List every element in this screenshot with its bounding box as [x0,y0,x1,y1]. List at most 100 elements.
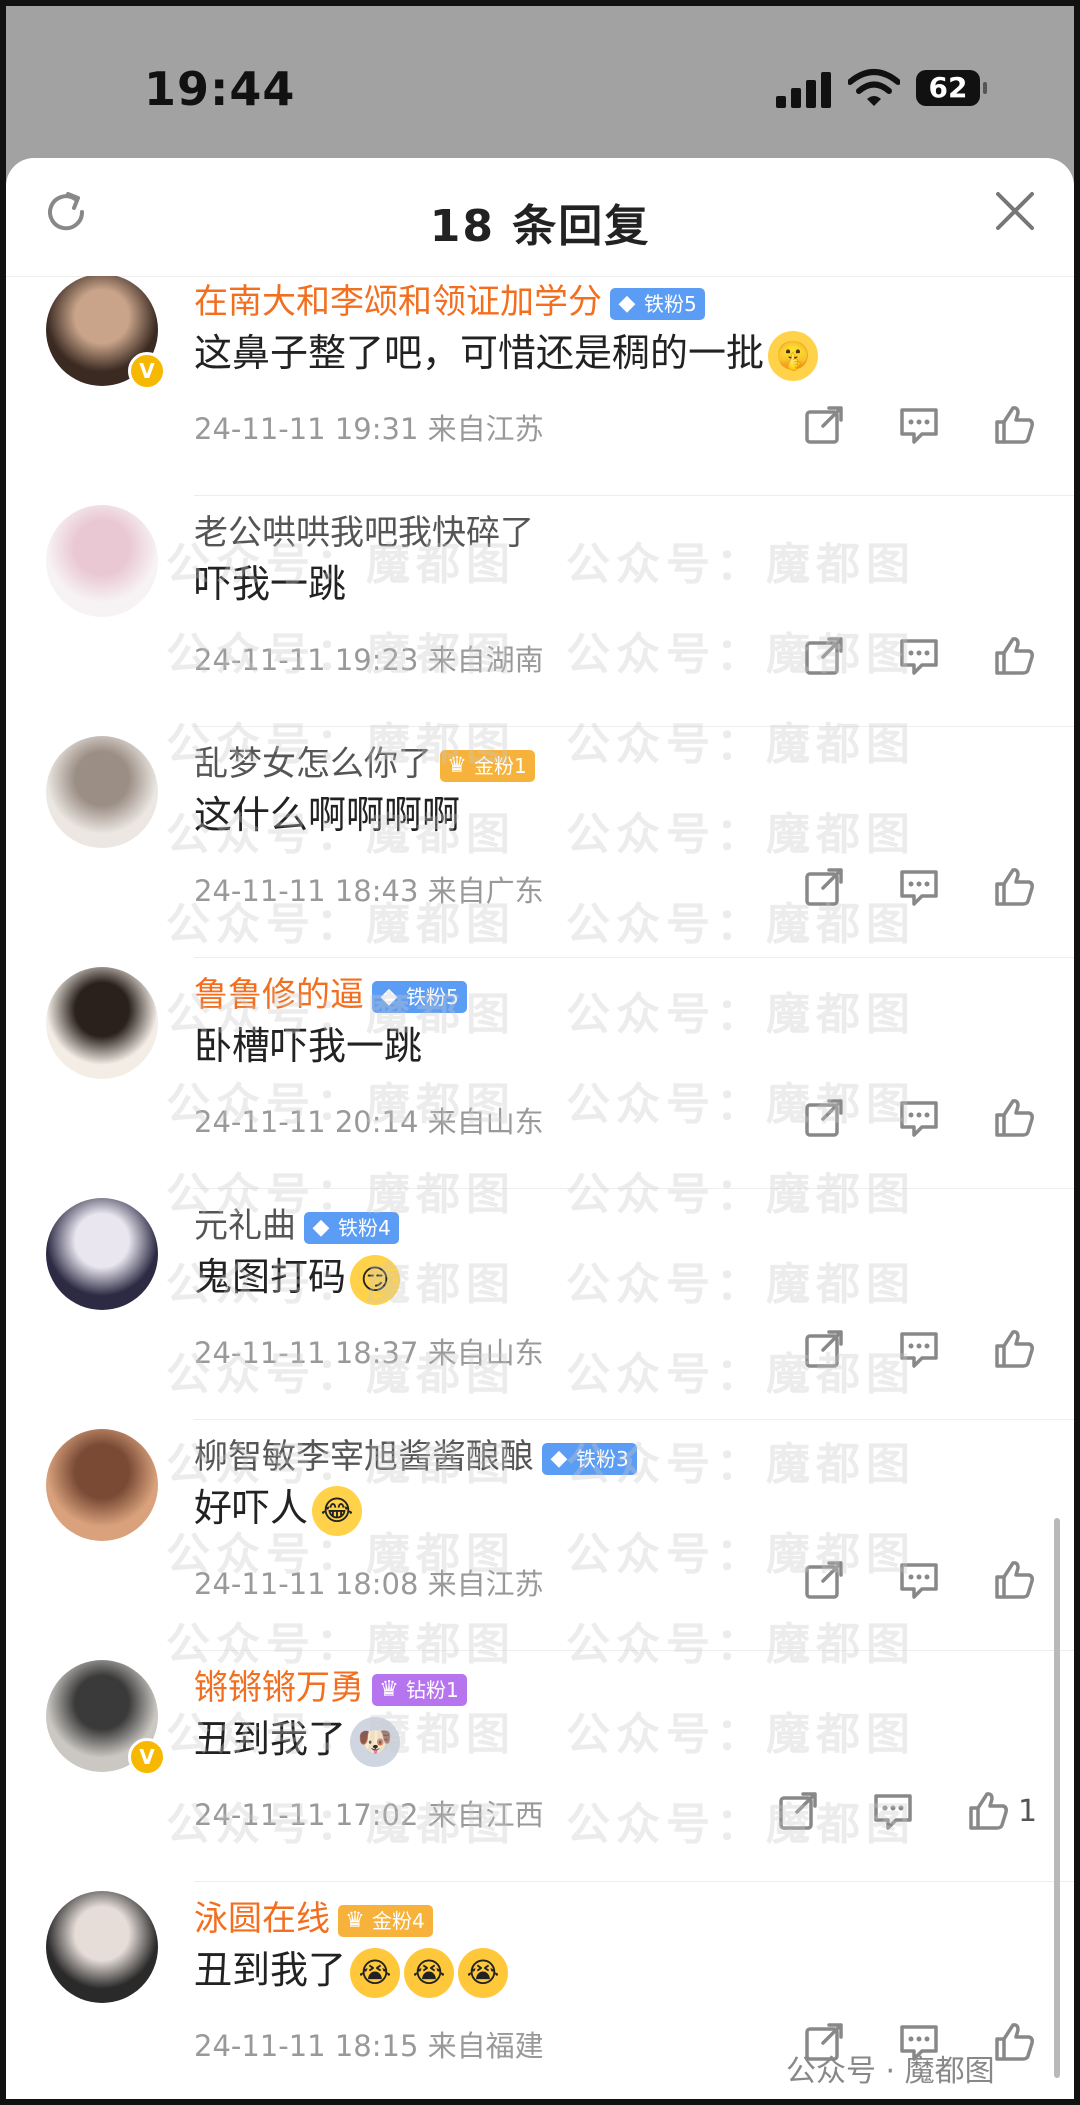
reply-text-content: 鬼图打码 [194,1255,347,1299]
reply-text: 好吓人 😂 [194,1483,363,1536]
share-icon[interactable] [801,1095,847,1141]
reply-text: 丑到我了 😭 😭 😭 [194,1945,509,1998]
fan-badge-icon: ♛ [447,752,467,778]
scrollbar[interactable] [1054,1518,1060,2078]
status-time: 19:44 [144,62,296,116]
reply-item[interactable]: 元礼曲 ◆ 铁粉4 鬼图打码 😏 24-11-11 18:37 来自山东 [6,1188,1074,1421]
username-text[interactable]: 鲁鲁修的逼 [194,975,364,1015]
phone-frame: 19:44 62 18 条回复 V 在南大和李颂和领证加学分 ◆ 铁粉5 这鼻子整了吧，… [0,0,1080,2105]
divider [194,495,1074,496]
fan-badge-icon: ◆ [380,983,398,1009]
like-icon[interactable] [991,402,1037,448]
battery-indicator: 62 [916,70,987,106]
husky-emoji-icon: 🐶 [350,1716,401,1767]
comment-icon[interactable] [896,864,942,910]
username[interactable]: 柳智敏李宰旭酱酱酿酿 ◆ 铁粉3 [194,1429,637,1478]
username-text[interactable]: 元礼曲 [194,1206,296,1246]
smirk-emoji-icon: 😏 [350,1254,401,1305]
share-icon[interactable] [801,1326,847,1372]
reply-text-content: 这什么啊啊啊啊 [194,793,461,837]
fan-badge-label: 铁粉5 [406,984,459,1009]
username-text[interactable]: 老公哄哄我吧我快碎了 [194,513,534,553]
like-count: 1 [1018,1794,1038,1829]
comment-icon[interactable] [896,1326,942,1372]
fan-level-badge: ◆ 铁粉4 [304,1211,399,1244]
username-text[interactable]: 锵锵锵万勇 [194,1668,364,1708]
divider [194,726,1074,727]
fan-badge-label: 金粉4 [372,1908,425,1933]
fan-level-badge: ♛ 钻粉1 [372,1673,467,1706]
share-icon[interactable] [775,1788,821,1834]
avatar[interactable] [46,1198,158,1310]
comment-icon[interactable] [896,1095,942,1141]
share-icon[interactable] [801,864,847,910]
username-text[interactable]: 柳智敏李宰旭酱酱酿酿 [194,1437,534,1477]
like-icon[interactable] [991,1095,1037,1141]
reply-item[interactable]: V 锵锵锵万勇 ♛ 钻粉1 丑到我了 🐶 24-11-11 17:02 来自江西 1 [6,1650,1074,1883]
status-bar: 19:44 62 [6,6,1074,156]
reply-actions [6,864,1074,914]
fan-level-badge: ◆ 铁粉5 [372,980,467,1013]
username-text[interactable]: 在南大和李颂和领证加学分 [194,282,602,322]
avatar[interactable] [46,967,158,1079]
username[interactable]: 老公哄哄我吧我快碎了 [194,505,534,554]
like-icon[interactable] [991,864,1037,910]
like-icon[interactable] [991,1557,1037,1603]
reply-item[interactable]: 鲁鲁修的逼 ◆ 铁粉5 卧槽吓我一跳 24-11-11 20:14 来自山东 [6,957,1074,1190]
reply-item[interactable]: 老公哄哄我吧我快碎了 吓我一跳 24-11-11 19:23 来自湖南 [6,495,1074,728]
wifi-icon [848,69,900,106]
username[interactable]: 锵锵锵万勇 ♛ 钻粉1 [194,1660,467,1709]
sheet-title: 18 条回复 [429,201,651,252]
reply-item[interactable]: V 在南大和李颂和领证加学分 ◆ 铁粉5 这鼻子整了吧，可惜还是稠的一批 🤫 24-11-1… [6,276,1074,497]
like-icon[interactable] [991,2019,1037,2065]
share-icon[interactable] [801,1557,847,1603]
reply-actions [6,1326,1074,1376]
laugh-cry-emoji-icon: 😂 [312,1485,363,1536]
share-icon[interactable] [801,633,847,679]
reply-text: 这鼻子整了吧，可惜还是稠的一批 🤫 [194,328,819,381]
fan-level-badge: ◆ 铁粉3 [542,1442,637,1475]
close-icon[interactable] [992,188,1038,234]
fan-badge-icon: ♛ [379,1676,399,1702]
cry-emoji-icon: 😭 [404,1947,455,1998]
avatar[interactable] [46,1891,158,2003]
fan-badge-icon: ◆ [312,1214,330,1240]
comment-icon[interactable] [896,633,942,679]
like-icon[interactable] [991,1326,1037,1372]
username[interactable]: 元礼曲 ◆ 铁粉4 [194,1198,399,1247]
fan-badge-icon: ◆ [550,1445,568,1471]
username-text[interactable]: 泳圆在线 [194,1899,330,1939]
username[interactable]: 泳圆在线 ♛ 金粉4 [194,1891,433,1940]
username[interactable]: 鲁鲁修的逼 ◆ 铁粉5 [194,967,467,1016]
reply-item[interactable]: 乱梦女怎么你了 ♛ 金粉1 这什么啊啊啊啊 24-11-11 18:43 来自广东 [6,726,1074,959]
fan-level-badge: ◆ 铁粉5 [610,287,705,320]
comment-icon[interactable] [896,1557,942,1603]
username[interactable]: 在南大和李颂和领证加学分 ◆ 铁粉5 [194,276,705,323]
reply-actions [6,1557,1074,1607]
avatar[interactable] [46,505,158,617]
fan-level-badge: ♛ 金粉1 [440,749,535,782]
fan-badge-icon: ♛ [345,1907,365,1933]
username[interactable]: 乱梦女怎么你了 ♛ 金粉1 [194,736,535,785]
like-icon[interactable] [965,1788,1011,1834]
reply-item[interactable]: 柳智敏李宰旭酱酱酿酿 ◆ 铁粉3 好吓人 😂 24-11-11 18:08 来自江苏 [6,1419,1074,1652]
avatar[interactable] [46,736,158,848]
reply-text-content: 吓我一跳 [194,562,347,606]
fan-level-badge: ♛ 金粉4 [338,1904,433,1937]
username-text[interactable]: 乱梦女怎么你了 [194,744,432,784]
like-icon[interactable] [991,633,1037,679]
reply-list[interactable]: V 在南大和李颂和领证加学分 ◆ 铁粉5 这鼻子整了吧，可惜还是稠的一批 🤫 24-11-1… [6,276,1074,2099]
comment-icon[interactable] [896,402,942,448]
avatar[interactable] [46,1429,158,1541]
reply-actions [6,402,1074,452]
cry-emoji-icon: 😭 [458,1947,509,1998]
comment-icon[interactable] [870,1788,916,1834]
verified-badge-icon: V [128,1738,166,1776]
replies-sheet: 18 条回复 V 在南大和李颂和领证加学分 ◆ 铁粉5 这鼻子整了吧，可惜还是稠的一批 🤫… [6,158,1074,2099]
verified-badge-icon: V [128,352,166,390]
divider [194,1650,1074,1651]
share-icon[interactable] [801,402,847,448]
reply-text-content: 这鼻子整了吧，可惜还是稠的一批 [194,331,765,375]
fan-badge-icon: ◆ [618,290,636,316]
reply-actions [6,1095,1074,1145]
